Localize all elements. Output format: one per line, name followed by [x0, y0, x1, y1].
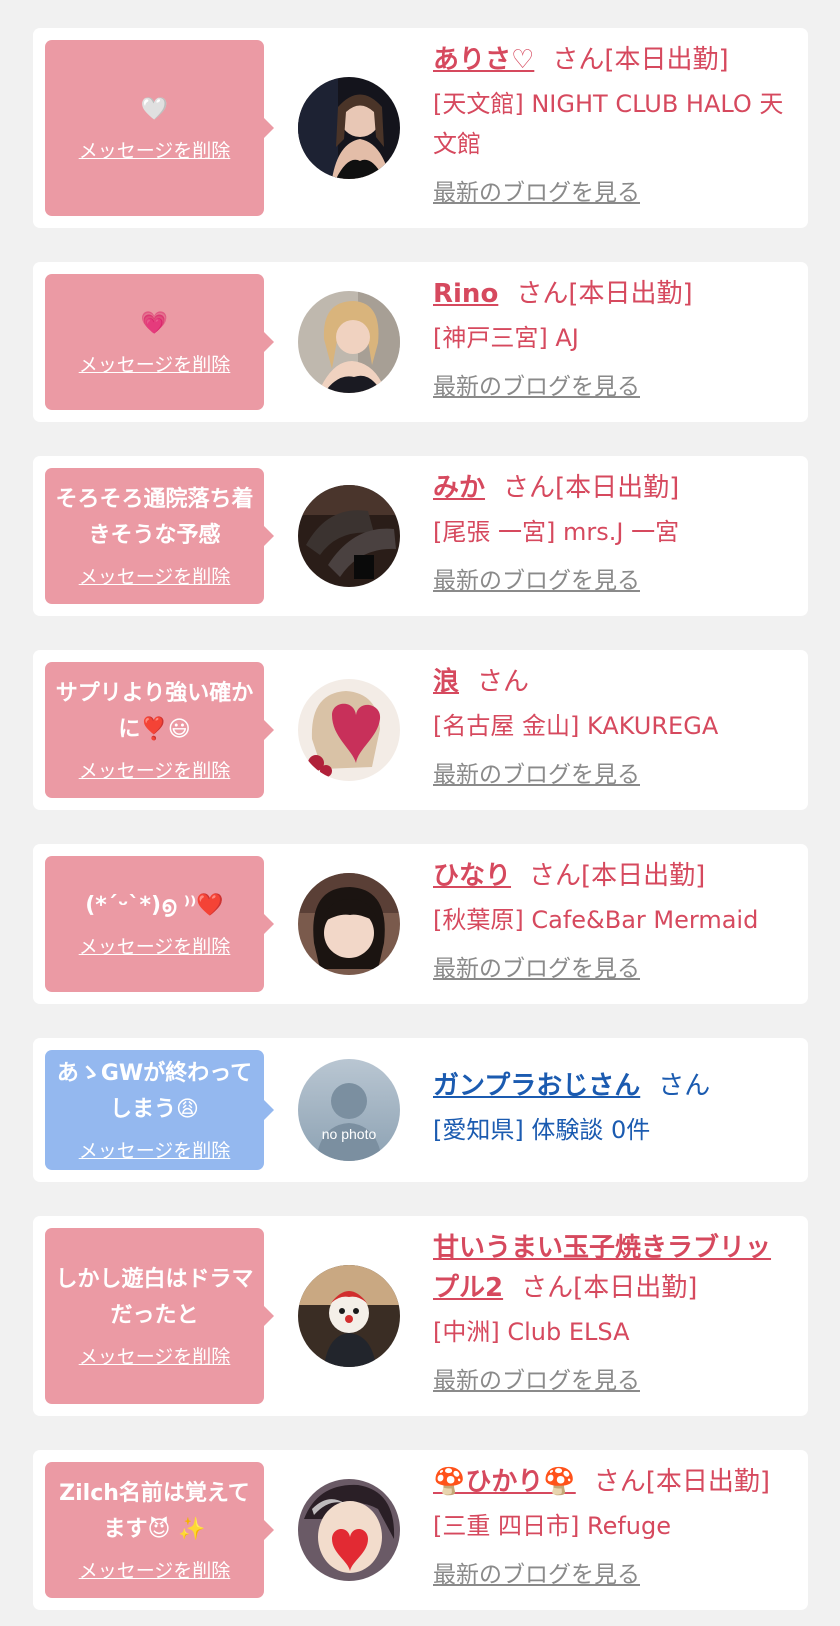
message-bubble: (*´ᵕ`*)൭ ⁾⁾❤️ メッセージを削除 — [45, 856, 274, 992]
user-status: さん[本日出勤] — [503, 473, 680, 503]
avatar[interactable]: no photo — [298, 1059, 400, 1161]
user-status: さん[本日出勤] — [529, 861, 706, 891]
name-line: 🍄ひかり🍄 さん[本日出勤] — [433, 1462, 794, 1502]
message-card: Zilch名前は覚えてます😈 ✨ メッセージを削除 🍄ひかり🍄 さん[本日出勤] … — [33, 1450, 808, 1610]
name-line: Rino さん[本日出勤] — [433, 274, 794, 314]
name-line: みか さん[本日出勤] — [433, 468, 794, 508]
user-info: ひなり さん[本日出勤] [秋葉原] Cafe&Bar Mermaid 最新のブロ… — [433, 856, 794, 986]
message-card: (*´ᵕ`*)൭ ⁾⁾❤️ メッセージを削除 ひなり さん[本日出勤] [秋葉原]… — [33, 844, 808, 1004]
user-info: みか さん[本日出勤] [尾張 一宮] mrs.J 一宮 最新のブログを見る — [433, 468, 794, 598]
user-name-link[interactable]: みか — [433, 473, 485, 503]
avatar[interactable] — [298, 77, 400, 179]
user-status: さん — [658, 1071, 711, 1101]
message-bubble: しかし遊白はドラマだったと メッセージを削除 — [45, 1228, 274, 1404]
avatar[interactable] — [298, 291, 400, 393]
user-info: 浪さん [名古屋 金山] KAKUREGA 最新のブログを見る — [433, 662, 794, 792]
message-card: あゝGWが終わってしまう😩 メッセージを削除 no photo ガンプラおじさん… — [33, 1038, 808, 1182]
message-card: 💗 メッセージを削除 Rino さん[本日出勤] [神戸三宮] AJ 最新のブログ… — [33, 262, 808, 422]
message-text: 💗 — [140, 311, 169, 336]
shop-name: [神戸三宮] AJ — [433, 324, 579, 352]
latest-blog-link[interactable]: 最新のブログを見る — [433, 176, 640, 210]
user-status: さん[本日出勤] — [552, 45, 729, 75]
message-bubble: そろそろ通院落ち着きそうな予感 メッセージを削除 — [45, 468, 274, 604]
shop-name: [名古屋 金山] KAKUREGA — [433, 712, 719, 740]
avatar[interactable] — [298, 1265, 400, 1367]
delete-message-link[interactable]: メッセージを削除 — [79, 352, 231, 378]
message-card: 🤍 メッセージを削除 ありさ♡ さん[本日出勤] [天文館] NIGHT CLUB… — [33, 28, 808, 228]
latest-blog-link[interactable]: 最新のブログを見る — [433, 564, 640, 598]
shop-name: [天文館] NIGHT CLUB HALO 天文館 — [433, 90, 784, 158]
user-status: さん[本日出勤] — [516, 279, 693, 309]
latest-blog-link[interactable]: 最新のブログを見る — [433, 952, 640, 986]
user-info: 甘いうまい玉子焼きラブリップル2 さん[本日出勤] [中洲] Club ELSA … — [433, 1228, 794, 1398]
user-info: ガンプラおじさん さん [愛知県] 体験談 0件 — [433, 1066, 794, 1150]
delete-message-link[interactable]: メッセージを削除 — [79, 934, 231, 960]
delete-message-link[interactable]: メッセージを削除 — [79, 564, 231, 590]
user-name-link[interactable]: Rino — [433, 279, 498, 309]
latest-blog-link[interactable]: 最新のブログを見る — [433, 758, 640, 792]
user-info: 🍄ひかり🍄 さん[本日出勤] [三重 四日市] Refuge 最新のブログを見る — [433, 1462, 794, 1592]
latest-blog-link[interactable]: 最新のブログを見る — [433, 1558, 640, 1592]
message-text: サプリより強い確かに❣️😃 — [55, 681, 254, 742]
message-text: (*´ᵕ`*)൭ ⁾⁾❤️ — [85, 893, 224, 918]
user-status: さん[本日出勤] — [521, 1273, 698, 1303]
user-status: さん[本日出勤] — [593, 1467, 771, 1497]
avatar[interactable] — [298, 485, 400, 587]
avatar[interactable] — [298, 873, 400, 975]
message-card: しかし遊白はドラマだったと メッセージを削除 甘いうまい玉子焼きラブリップル2 さ… — [33, 1216, 808, 1416]
shop-name: [秋葉原] Cafe&Bar Mermaid — [433, 906, 759, 934]
name-line: 浪さん — [433, 662, 794, 702]
name-line: ひなり さん[本日出勤] — [433, 856, 794, 896]
message-bubble: 💗 メッセージを削除 — [45, 274, 274, 410]
delete-message-link[interactable]: メッセージを削除 — [79, 1558, 231, 1584]
user-info: ありさ♡ さん[本日出勤] [天文館] NIGHT CLUB HALO 天文館 最… — [433, 40, 794, 210]
delete-message-link[interactable]: メッセージを削除 — [79, 1344, 231, 1370]
no-photo-label: no photo — [322, 1126, 377, 1142]
shop-name: [愛知県] 体験談 0件 — [433, 1116, 651, 1144]
delete-message-link[interactable]: メッセージを削除 — [79, 138, 231, 164]
message-bubble: 🤍 メッセージを削除 — [45, 40, 274, 216]
message-bubble: サプリより強い確かに❣️😃 メッセージを削除 — [45, 662, 274, 798]
message-text: そろそろ通院落ち着きそうな予感 — [55, 487, 254, 548]
message-card: そろそろ通院落ち着きそうな予感 メッセージを削除 みか さん[本日出勤] [尾張 … — [33, 456, 808, 616]
name-line: ありさ♡ さん[本日出勤] — [433, 40, 794, 80]
delete-message-link[interactable]: メッセージを削除 — [79, 758, 231, 784]
delete-message-link[interactable]: メッセージを削除 — [79, 1138, 231, 1164]
user-name-link[interactable]: ありさ♡ — [433, 45, 534, 75]
user-name-link[interactable]: 浪 — [433, 667, 459, 697]
shop-name: [尾張 一宮] mrs.J 一宮 — [433, 518, 680, 546]
shop-name: [中洲] Club ELSA — [433, 1318, 630, 1346]
avatar[interactable] — [298, 1479, 400, 1581]
name-line: 甘いうまい玉子焼きラブリップル2 さん[本日出勤] — [433, 1228, 794, 1308]
message-bubble: Zilch名前は覚えてます😈 ✨ メッセージを削除 — [45, 1462, 274, 1598]
message-text: 🤍 — [140, 97, 169, 122]
message-text: しかし遊白はドラマだったと — [55, 1267, 254, 1328]
user-info: Rino さん[本日出勤] [神戸三宮] AJ 最新のブログを見る — [433, 274, 794, 404]
shop-name: [三重 四日市] Refuge — [433, 1512, 672, 1540]
message-list: 🤍 メッセージを削除 ありさ♡ さん[本日出勤] [天文館] NIGHT CLUB… — [0, 0, 840, 1626]
latest-blog-link[interactable]: 最新のブログを見る — [433, 370, 640, 404]
user-name-link[interactable]: ひなり — [433, 861, 511, 891]
message-text: Zilch名前は覚えてます😈 ✨ — [59, 1481, 250, 1542]
avatar[interactable] — [298, 679, 400, 781]
message-text: あゝGWが終わってしまう😩 — [56, 1061, 253, 1122]
user-status: さん — [477, 667, 530, 697]
user-name-link[interactable]: ガンプラおじさん — [433, 1071, 640, 1101]
name-line: ガンプラおじさん さん — [433, 1066, 794, 1106]
user-name-link[interactable]: 🍄ひかり🍄 — [433, 1467, 576, 1497]
latest-blog-link[interactable]: 最新のブログを見る — [433, 1364, 640, 1398]
message-card: サプリより強い確かに❣️😃 メッセージを削除 浪さん [名古屋 金山] KAKU… — [33, 650, 808, 810]
message-bubble: あゝGWが終わってしまう😩 メッセージを削除 — [45, 1050, 274, 1170]
